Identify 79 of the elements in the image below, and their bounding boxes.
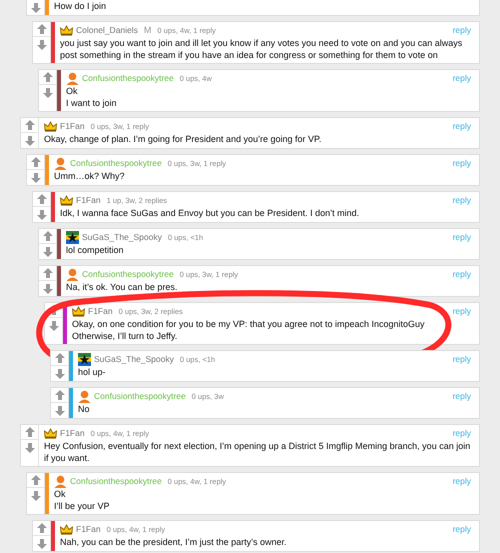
username-link[interactable]: Confusionthespookytree bbox=[94, 391, 186, 401]
down-arrow-icon bbox=[24, 134, 36, 146]
reply-link[interactable]: reply bbox=[452, 391, 471, 401]
username-link[interactable]: Confusionthespookytree bbox=[70, 158, 162, 168]
down-arrow-icon bbox=[42, 282, 54, 294]
down-arrow-icon bbox=[42, 246, 54, 258]
reply-link[interactable]: reply bbox=[452, 195, 471, 205]
username-link[interactable]: SuGaS_The_Spooky bbox=[94, 354, 174, 364]
upvote-button[interactable] bbox=[51, 388, 68, 403]
comment-text: No bbox=[78, 404, 91, 416]
comment-text: How do I join bbox=[54, 1, 108, 12]
username-link[interactable]: Confusionthespookytree bbox=[82, 73, 174, 83]
reply-link[interactable]: reply bbox=[452, 232, 471, 242]
comment-text: Nah, you can be the president, I’m just the party’s owner. bbox=[60, 537, 288, 548]
up-arrow-icon bbox=[42, 230, 54, 242]
reply-link[interactable]: reply bbox=[452, 158, 471, 168]
comment-text: Ok I’ll be your VP bbox=[54, 489, 111, 512]
comment-text: Hey Confusion, eventually for next election, I’m opening up a District 5 Imgflip Meming branch, you can join if you want. bbox=[44, 441, 471, 464]
upvote-button[interactable] bbox=[39, 266, 56, 281]
reply-link[interactable]: reply bbox=[452, 428, 471, 438]
username-link[interactable]: Colonel_Daniels bbox=[76, 25, 138, 35]
username-link[interactable]: F1Fan bbox=[88, 306, 113, 316]
down-arrow-icon bbox=[54, 368, 66, 380]
comment-text: Idk, I wanna face SuGas and Envoy but you can be President. I don’t mind. bbox=[60, 208, 360, 220]
down-arrow-icon bbox=[36, 538, 48, 550]
username-link[interactable]: SuGaS_The_Spooky bbox=[82, 232, 162, 242]
username-link[interactable]: F1Fan bbox=[76, 195, 101, 205]
username-link[interactable]: F1Fan bbox=[60, 121, 85, 131]
down-arrow-icon bbox=[42, 86, 54, 98]
up-arrow-icon bbox=[42, 71, 54, 83]
upvote-button[interactable] bbox=[33, 192, 50, 207]
up-arrow-icon bbox=[30, 156, 42, 168]
comment-text: Ok I want to join bbox=[66, 86, 118, 109]
username-link[interactable]: Confusionthespookytree bbox=[70, 476, 162, 486]
upvote-button[interactable] bbox=[33, 22, 50, 37]
reply-link[interactable]: reply bbox=[452, 73, 471, 83]
down-arrow-icon bbox=[48, 320, 60, 332]
down-arrow-icon bbox=[30, 490, 42, 502]
up-arrow-icon bbox=[42, 267, 54, 279]
reply-link[interactable]: reply bbox=[452, 306, 471, 316]
upvote-button[interactable] bbox=[21, 118, 38, 133]
down-arrow-icon bbox=[54, 404, 66, 416]
up-arrow-icon bbox=[30, 474, 42, 486]
comment-text: lol competition bbox=[66, 245, 125, 256]
reply-link[interactable]: reply bbox=[452, 121, 471, 131]
up-arrow-icon bbox=[24, 426, 36, 438]
up-arrow-icon bbox=[36, 23, 48, 35]
username-link[interactable]: F1Fan bbox=[76, 524, 101, 534]
upvote-button[interactable] bbox=[51, 351, 68, 366]
down-arrow-icon bbox=[36, 38, 48, 50]
upvote-button[interactable] bbox=[21, 425, 38, 440]
comment-text: hol up- bbox=[78, 367, 107, 378]
comment-text: Okay, on one condition for you to be my VP: that you agree not to impeach IncognitoGuy Otherwise, I’ll turn to Jeffy. bbox=[72, 319, 426, 342]
reply-link[interactable]: reply bbox=[452, 25, 471, 35]
up-arrow-icon bbox=[24, 119, 36, 131]
comment-text: Okay, change of plan. I’m going for President and you’re going for VP. bbox=[44, 134, 322, 146]
reply-link[interactable]: reply bbox=[452, 269, 471, 279]
upvote-button[interactable] bbox=[27, 155, 44, 170]
comment-text: you just say you want to join and ill let you know if any votes you need to vote on and you can always post something in the stream if you have an idea for congress or something for them to vote on bbox=[60, 38, 464, 61]
up-arrow-icon bbox=[54, 389, 66, 401]
reply-link[interactable]: reply bbox=[452, 354, 471, 364]
mod-label: M bbox=[144, 25, 152, 35]
reply-link[interactable]: reply bbox=[452, 476, 471, 486]
up-arrow-icon bbox=[36, 522, 48, 534]
upvote-button[interactable] bbox=[39, 229, 56, 244]
username-link[interactable]: F1Fan bbox=[60, 428, 85, 438]
comment-text: Na, it’s ok. You can be pres. bbox=[66, 282, 178, 294]
reply-link[interactable]: reply bbox=[452, 524, 471, 534]
up-arrow-icon bbox=[54, 352, 66, 364]
upvote-button[interactable] bbox=[33, 521, 50, 536]
upvote-button[interactable] bbox=[39, 70, 56, 85]
username-link[interactable]: Confusionthespookytree bbox=[82, 269, 174, 279]
down-arrow-icon bbox=[30, 2, 42, 14]
upvote-button[interactable] bbox=[27, 473, 44, 488]
up-arrow-icon bbox=[36, 193, 48, 205]
down-arrow-icon bbox=[24, 442, 36, 454]
down-arrow-icon bbox=[36, 208, 48, 220]
comment-text: Umm…ok? Why? bbox=[54, 171, 126, 182]
down-arrow-icon bbox=[30, 172, 42, 184]
